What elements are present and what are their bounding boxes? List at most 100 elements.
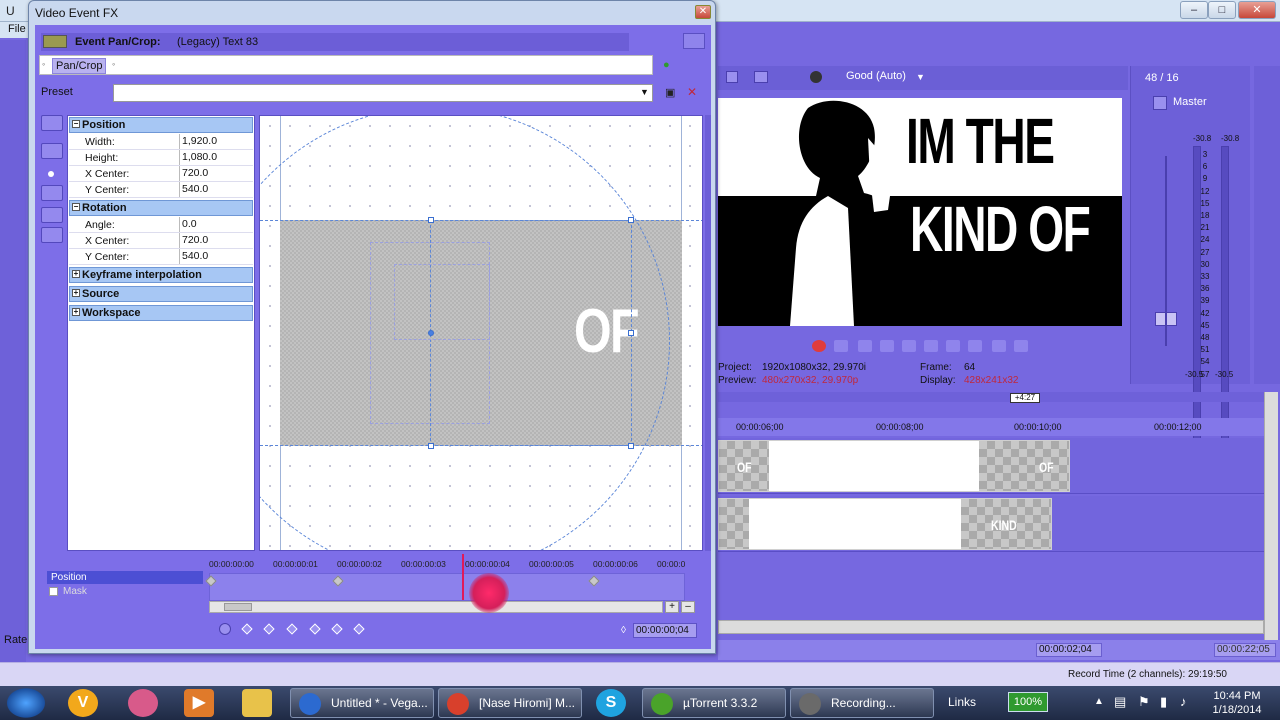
keyframe-scrollbar[interactable] xyxy=(209,601,663,613)
prev-frame-icon[interactable] xyxy=(992,340,1006,352)
section-position[interactable]: − Position xyxy=(69,117,253,133)
volume-icon[interactable]: ♪ xyxy=(1180,694,1187,709)
dialog-close-button[interactable]: ✕ xyxy=(695,5,711,19)
pan-crop-workspace[interactable]: OF xyxy=(259,115,703,551)
section-workspace[interactable]: + Workspace xyxy=(69,305,253,321)
keyframe-ruler[interactable]: 00:00:00:00 00:00:00:01 00:00:00:02 00:0… xyxy=(209,557,685,571)
action-center-icon[interactable]: ⚑ xyxy=(1138,694,1150,710)
paint-app-icon[interactable] xyxy=(128,689,158,717)
resize-handle[interactable] xyxy=(628,443,634,449)
play-from-start-icon[interactable] xyxy=(858,340,872,352)
signal-icon[interactable]: ▮ xyxy=(1160,694,1167,710)
overlay-icon[interactable] xyxy=(810,71,822,83)
resize-handle[interactable] xyxy=(628,217,634,223)
timeline-clip[interactable]: OF OF xyxy=(718,440,1070,492)
timeline-ruler[interactable]: 00:00:06;00 00:00:08;00 00:00:10;00 00:0… xyxy=(718,418,1264,436)
track-mask[interactable]: Mask xyxy=(47,585,203,598)
task-utorrent[interactable]: µTorrent 3.3.2 xyxy=(642,688,786,718)
preset-dropdown[interactable]: ▼ xyxy=(113,84,653,102)
move-freely-icon[interactable] xyxy=(41,227,63,243)
previous-keyframe-icon[interactable] xyxy=(263,623,275,635)
close-button[interactable]: ✕ xyxy=(1238,1,1276,19)
record-icon[interactable] xyxy=(812,340,826,352)
keyframe-track[interactable] xyxy=(205,554,685,601)
width-field[interactable]: 1,920.0 xyxy=(179,134,253,149)
task-recording[interactable]: Recording... xyxy=(790,688,934,718)
center-point[interactable] xyxy=(428,330,434,336)
timeline-vscrollbar[interactable] xyxy=(1264,392,1278,640)
maximize-button[interactable]: □ xyxy=(1208,1,1236,19)
next-frame-icon[interactable] xyxy=(1014,340,1028,352)
skype-icon[interactable]: S xyxy=(596,689,626,717)
system-clock[interactable]: 10:44 PM 1/18/2014 xyxy=(1200,689,1274,717)
meter-scale-label: 36 xyxy=(1200,284,1210,294)
first-keyframe-icon[interactable] xyxy=(241,623,253,635)
angle-field[interactable]: 0.0 xyxy=(179,217,253,232)
section-keyframe-interpolation[interactable]: + Keyframe interpolation xyxy=(69,267,253,283)
go-to-start-icon[interactable] xyxy=(946,340,960,352)
resize-handle[interactable] xyxy=(628,330,634,336)
keyframe-time-field[interactable]: 00:00:00;04 xyxy=(633,623,697,638)
create-keyframe-icon[interactable] xyxy=(286,623,298,635)
stop-icon[interactable] xyxy=(924,340,938,352)
lock-aspect-icon[interactable] xyxy=(41,185,63,201)
x-center-field[interactable]: 720.0 xyxy=(179,166,253,181)
master-properties-icon[interactable] xyxy=(1153,96,1167,110)
save-preset-icon[interactable]: ▣ xyxy=(665,86,675,99)
delete-preset-icon[interactable]: ✕ xyxy=(687,85,697,99)
preview-settings-icon[interactable] xyxy=(726,71,738,83)
scroll-thumb[interactable] xyxy=(224,603,252,611)
height-field[interactable]: 1,080.0 xyxy=(179,150,253,165)
plugin-chain-icon[interactable] xyxy=(683,33,705,49)
links-toolbar[interactable]: Links xyxy=(948,695,976,709)
delete-keyframe-icon[interactable] xyxy=(309,623,321,635)
start-button[interactable] xyxy=(4,686,48,720)
section-source[interactable]: + Source xyxy=(69,286,253,302)
cursor-time-field[interactable]: 00:00:02;04 xyxy=(1036,643,1102,657)
property-row: Height: 1,080.0 xyxy=(69,150,253,166)
loop-icon[interactable] xyxy=(834,340,848,352)
preview-quality-dropdown[interactable]: Good (Auto) xyxy=(846,70,906,82)
menu-file[interactable]: File xyxy=(8,23,26,35)
section-rotation[interactable]: − Rotation xyxy=(69,200,253,216)
y-center-field[interactable]: 540.0 xyxy=(179,182,253,197)
timeline-marker[interactable]: +4:27 xyxy=(1010,393,1040,403)
minimize-button[interactable]: – xyxy=(1180,1,1208,19)
resize-handle[interactable] xyxy=(428,217,434,223)
media-player-icon[interactable]: ▶ xyxy=(184,689,214,717)
timeline-hscrollbar[interactable] xyxy=(718,620,1264,634)
keyframe-marker[interactable] xyxy=(332,575,344,587)
folder-icon[interactable] xyxy=(242,689,272,717)
sync-cursor-icon[interactable] xyxy=(219,623,231,635)
battery-indicator[interactable]: 100% xyxy=(1008,692,1048,712)
chevron-down-icon[interactable]: ▼ xyxy=(916,72,925,82)
show-hidden-icons-icon[interactable]: ▲ xyxy=(1094,696,1104,707)
normal-edit-tool-icon[interactable] xyxy=(41,115,63,131)
zoom-in-icon[interactable]: + xyxy=(665,601,679,613)
end-time-field[interactable]: 00:00:22;05 xyxy=(1214,643,1276,657)
task-chrome[interactable]: [Nase Hiromi] M... xyxy=(438,688,582,718)
track-position[interactable]: Position xyxy=(47,571,203,584)
zoom-out-icon[interactable]: – xyxy=(681,601,695,613)
size-about-center-icon[interactable] xyxy=(41,207,63,223)
last-keyframe-icon[interactable] xyxy=(353,623,365,635)
next-keyframe-icon[interactable] xyxy=(331,623,343,635)
pan-crop-chain-button[interactable]: Pan/Crop xyxy=(52,58,107,74)
rotation-x-center-field[interactable]: 720.0 xyxy=(179,233,253,248)
master-fader-track[interactable] xyxy=(1165,156,1167,346)
rotation-y-center-field[interactable]: 540.0 xyxy=(179,249,253,264)
vlc-like-app-icon[interactable]: V xyxy=(68,689,98,717)
keyframe-marker[interactable] xyxy=(205,575,217,587)
task-vegas[interactable]: Untitled * - Vega... xyxy=(290,688,434,718)
network-icon[interactable]: ▤ xyxy=(1114,694,1126,710)
timeline-clip[interactable]: KIND xyxy=(718,498,1052,550)
move-tool-icon[interactable] xyxy=(41,143,63,159)
play-icon[interactable] xyxy=(880,340,894,352)
split-screen-icon[interactable] xyxy=(754,71,768,83)
enable-fx-icon[interactable]: ● xyxy=(663,59,670,71)
resize-handle[interactable] xyxy=(428,443,434,449)
pause-icon[interactable] xyxy=(902,340,916,352)
playhead[interactable] xyxy=(462,554,464,600)
go-to-end-icon[interactable] xyxy=(968,340,982,352)
keyframe-marker[interactable] xyxy=(588,575,600,587)
